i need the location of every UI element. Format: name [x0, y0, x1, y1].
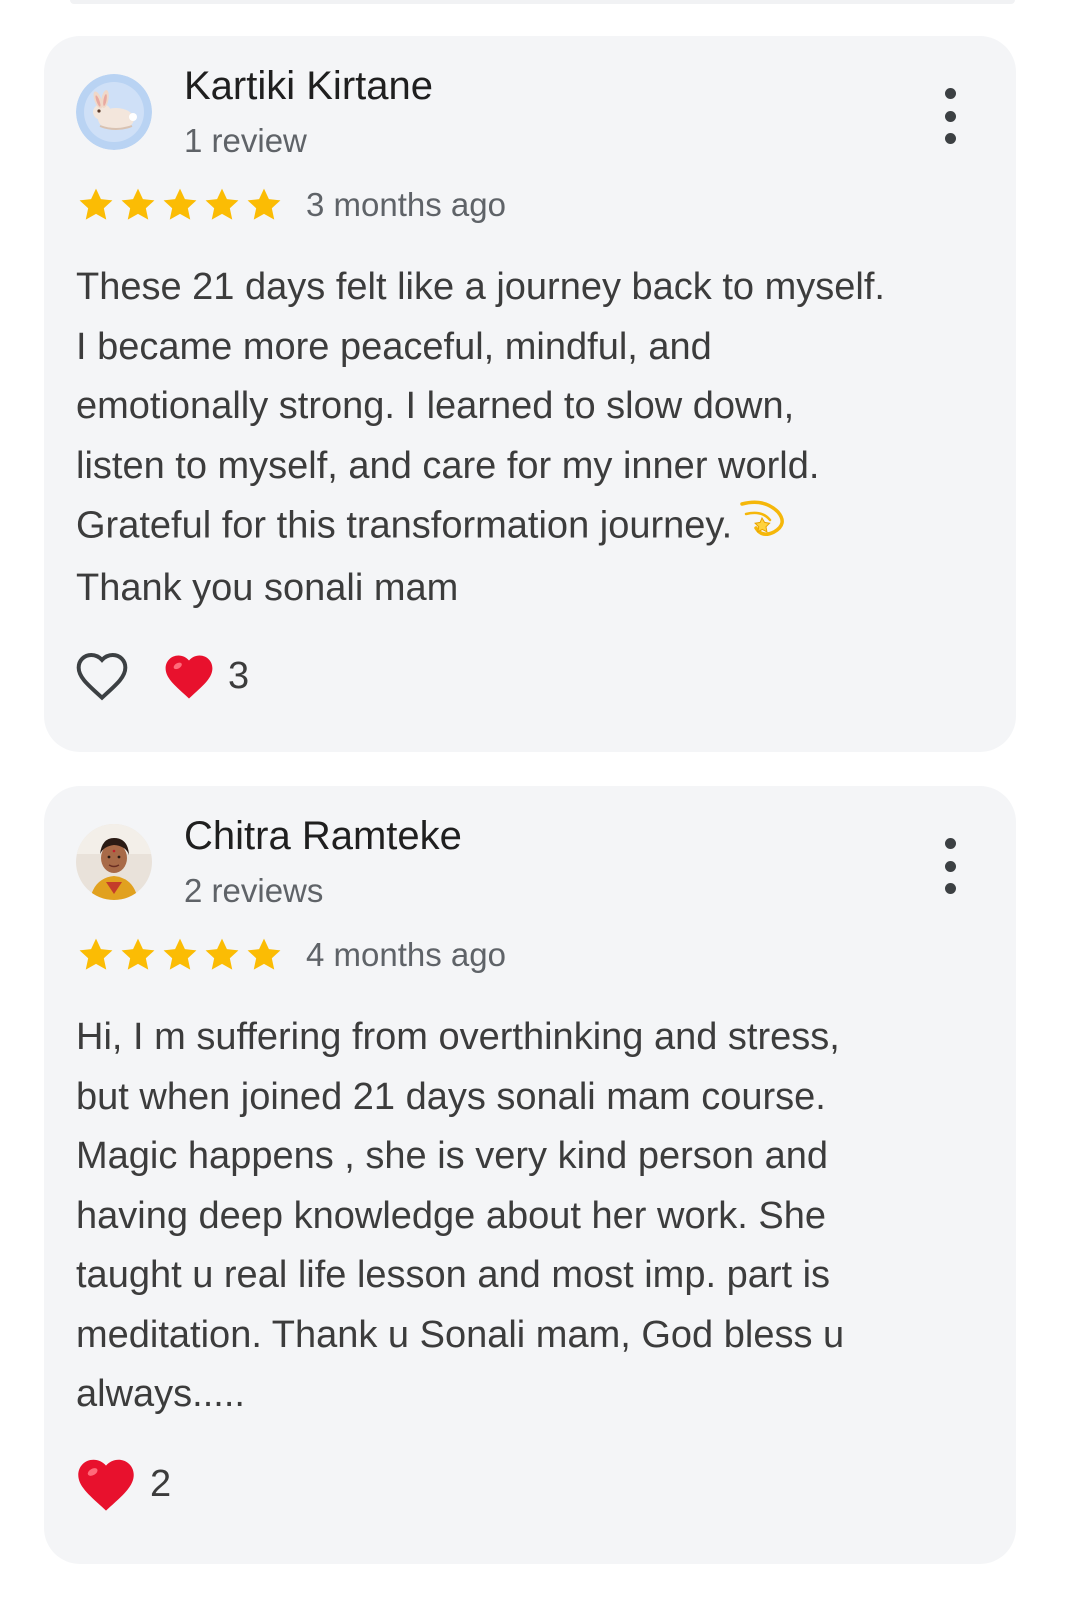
red-heart-icon: [165, 655, 213, 699]
review-text: These 21 days felt like a journey back t…: [76, 258, 996, 618]
review-text-line: Thank you sonali mam: [76, 566, 459, 609]
reaction-count: 3: [228, 654, 250, 697]
more-vert-icon-dot: [944, 133, 956, 144]
reviewer-avatar[interactable]: [76, 824, 152, 900]
heart-reaction-chip[interactable]: 2: [74, 1454, 171, 1514]
review-text-line: Hi, I m suffering from overthinking and …: [76, 1016, 840, 1058]
star-icon: [121, 188, 155, 220]
more-options-button[interactable]: [930, 88, 970, 144]
review-text-line: but when joined 21 days sonali mam cours…: [76, 1075, 826, 1118]
review-text-line: I became more peaceful, mindful, and: [76, 325, 712, 368]
review-text-line: meditation. Thank u Sonali mam, God bles…: [76, 1313, 845, 1356]
more-vert-icon-dot: [944, 883, 956, 894]
reviewer-avatar[interactable]: [76, 74, 152, 150]
more-vert-icon: [944, 838, 956, 849]
reactions-row: 3: [74, 648, 249, 704]
review-text: Hi, I m suffering from overthinking and …: [76, 1008, 996, 1425]
more-vert-icon-dot: [944, 110, 956, 122]
review-text-line: emotionally strong. I learned to slow do…: [76, 385, 795, 427]
review-text-line: having deep knowledge about her work. Sh…: [76, 1194, 826, 1237]
review-text-line-with-emoji: Grateful for this transformation journey…: [76, 496, 996, 559]
dizzy-star-emoji-icon: [738, 496, 790, 559]
like-button[interactable]: [74, 648, 130, 704]
reviewer-review-count: 1 review: [184, 122, 307, 159]
star-rating: [76, 935, 286, 975]
more-vert-icon-dot: [944, 860, 956, 872]
star-icon: [205, 188, 239, 220]
review-text-line: taught u real life lesson and most imp. …: [76, 1254, 831, 1296]
star-icon: [247, 188, 281, 220]
review-date: 4 months ago: [306, 936, 506, 973]
reactions-row: 2: [74, 1454, 171, 1514]
more-options-button[interactable]: [930, 838, 970, 894]
star-icon: [247, 938, 281, 970]
rating-row: 4 months ago: [76, 934, 506, 976]
reaction-count: 2: [150, 1462, 172, 1505]
review-text-line: listen to myself, and care for my inner …: [76, 444, 820, 487]
review-text-line: Grateful for this transformation journey…: [76, 504, 733, 547]
star-icon: [163, 938, 197, 970]
review-text-line: always.....: [76, 1373, 245, 1415]
heart-outline-icon: [76, 653, 128, 701]
star-icon: [205, 938, 239, 970]
reviewer-review-count: 2 reviews: [184, 872, 324, 909]
star-icon: [79, 938, 113, 970]
review-text-line: These 21 days felt like a journey back t…: [76, 266, 885, 308]
star-icon: [163, 188, 197, 220]
previous-card-edge: [70, 0, 1015, 4]
review-date: 3 months ago: [306, 186, 506, 223]
review-card: Chitra Ramteke 2 reviews 4 months ago Hi…: [44, 786, 1016, 1564]
reviewer-name[interactable]: Kartiki Kirtane: [184, 64, 433, 109]
more-vert-icon: [944, 88, 956, 99]
star-icon: [79, 188, 113, 220]
heart-reaction-chip[interactable]: 3: [162, 651, 249, 701]
star-rating: [76, 185, 286, 225]
red-heart-icon: [78, 1459, 134, 1511]
reviewer-name[interactable]: Chitra Ramteke: [184, 814, 462, 859]
rating-row: 3 months ago: [76, 184, 506, 226]
star-icon: [121, 938, 155, 970]
review-card: Kartiki Kirtane 1 review 3 months ago Th…: [44, 36, 1016, 752]
rabbit-illustration-icon: [76, 74, 152, 150]
review-text-line: Magic happens , she is very kind person …: [76, 1135, 828, 1177]
profile-photo-icon: [76, 824, 152, 900]
